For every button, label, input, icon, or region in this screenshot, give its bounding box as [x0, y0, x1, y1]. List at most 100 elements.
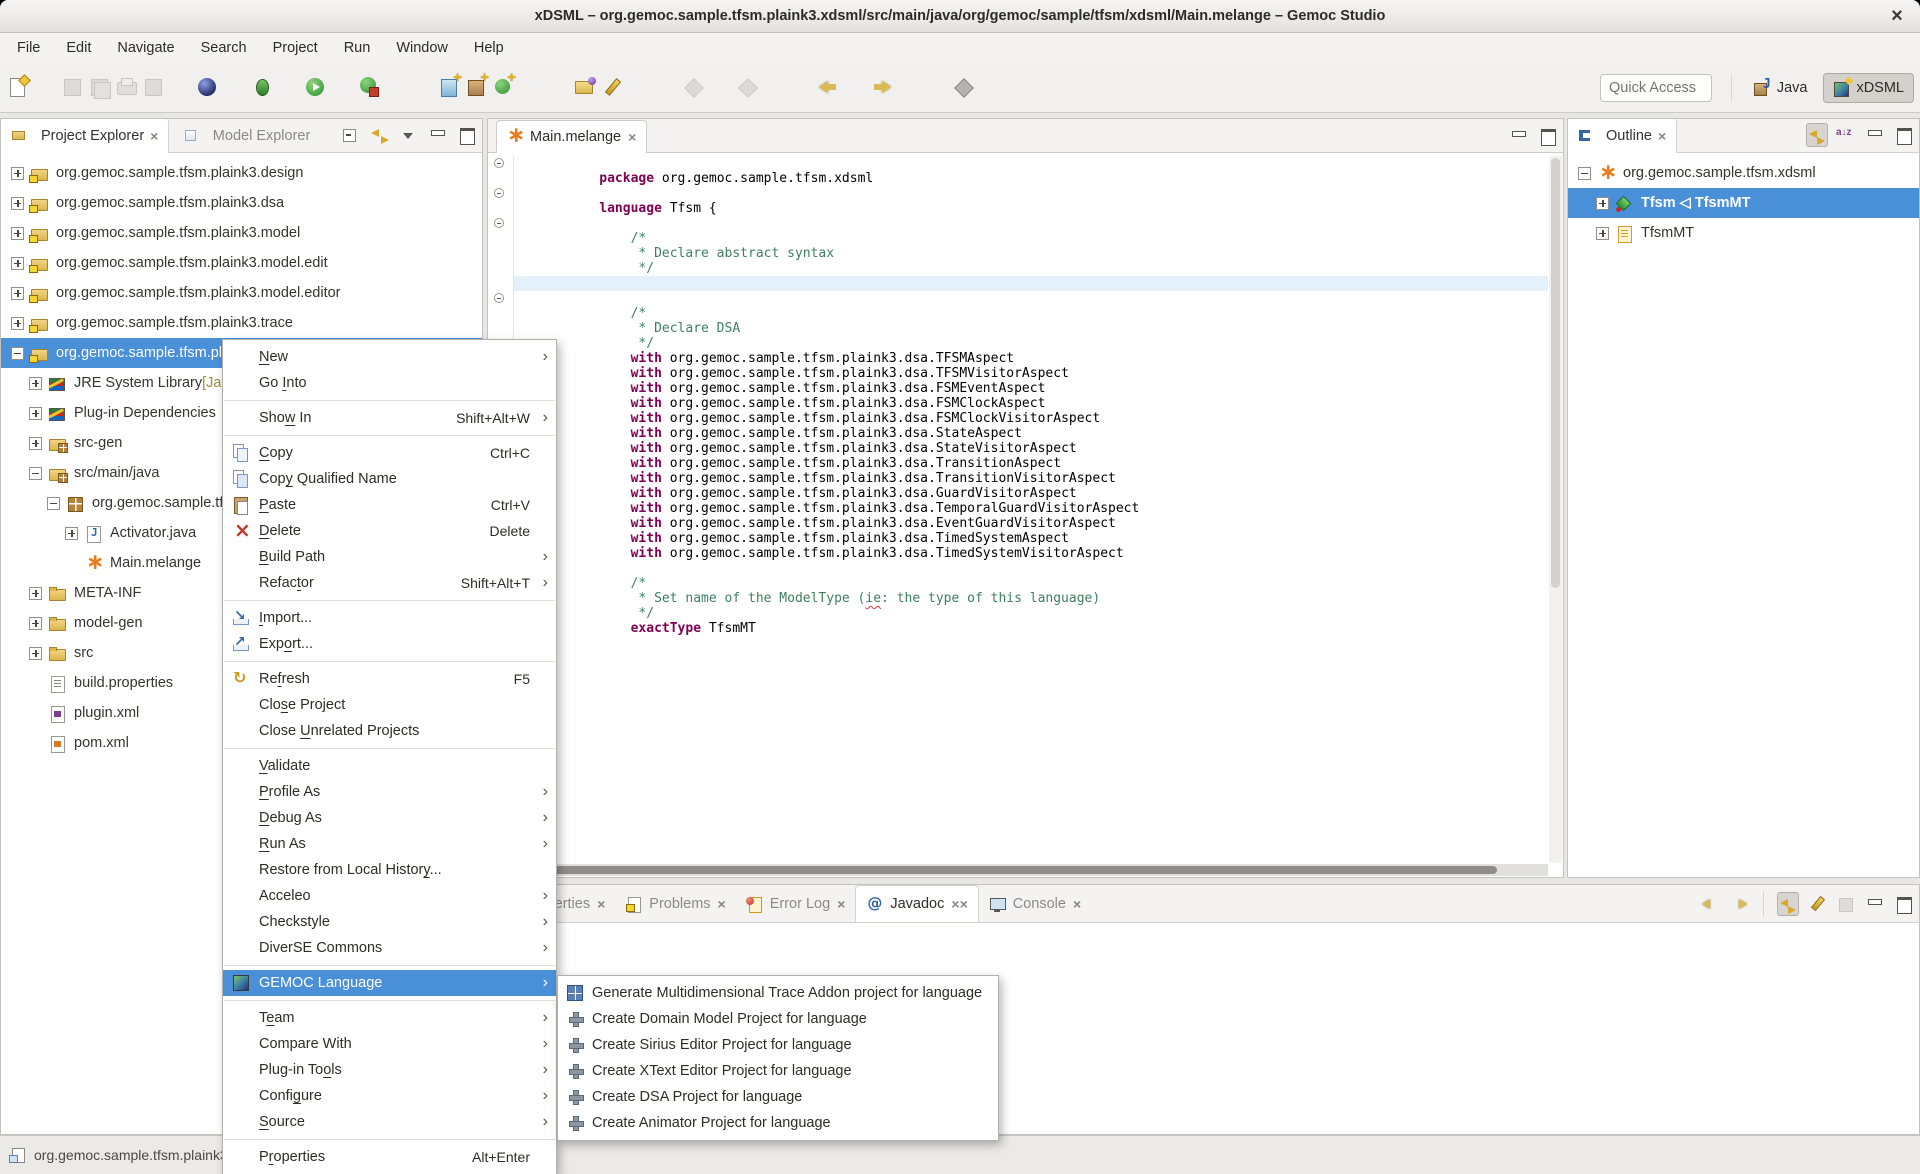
context-menu-item[interactable]: Copy Qualified Name: [223, 466, 556, 492]
tree-item[interactable]: org.gemoc.sample.tfsm.plaink3.model.edit…: [1, 278, 482, 308]
code-line[interactable]: with org.gemoc.sample.tfsm.plaink3.dsa.T…: [514, 441, 1548, 456]
code-line[interactable]: with org.gemoc.sample.tfsm.plaink3.dsa.T…: [514, 531, 1548, 546]
context-menu-item[interactable]: Source: [223, 1109, 556, 1135]
tree-item[interactable]: org.gemoc.sample.tfsm.plaink3.dsa: [1, 188, 482, 218]
context-menu-item[interactable]: Build Path: [223, 544, 556, 570]
code-line[interactable]: /*: [514, 291, 1548, 306]
maximize-icon[interactable]: [1537, 124, 1559, 148]
tree-expander-icon[interactable]: [11, 167, 24, 180]
annotation-dropdown-icon[interactable]: [627, 75, 651, 99]
close-icon[interactable]: [628, 129, 636, 145]
context-menu-item[interactable]: New: [223, 344, 556, 370]
acceleo-button[interactable]: [195, 75, 219, 99]
context-menu-item[interactable]: Acceleo: [223, 883, 556, 909]
tree-expander-icon[interactable]: [11, 257, 24, 270]
context-menu-item[interactable]: [223, 1135, 556, 1144]
menubar-item[interactable]: Navigate: [104, 33, 187, 63]
context-menu-item[interactable]: Import...: [223, 605, 556, 631]
minimize-icon[interactable]: [427, 123, 449, 147]
context-menu-item[interactable]: GEMOC Language: [223, 970, 556, 996]
context-menu-item[interactable]: Restore from Local History...: [223, 857, 556, 883]
code-line[interactable]: syntax "platform:/resource/org.gemoc.sam…: [514, 261, 1548, 276]
code-line[interactable]: with org.gemoc.sample.tfsm.plaink3.dsa.E…: [514, 501, 1548, 516]
context-menu-item[interactable]: [223, 961, 556, 970]
code-line[interactable]: * Declare DSA: [514, 306, 1548, 321]
maximize-icon[interactable]: [1893, 123, 1915, 147]
outline-item[interactable]: Tfsm ◁ TfsmMT: [1568, 188, 1919, 218]
outline-item[interactable]: TfsmMT: [1568, 218, 1919, 248]
context-menu-item[interactable]: [223, 396, 556, 405]
new-plugin-project-button[interactable]: [465, 75, 489, 99]
back-icon[interactable]: [1699, 892, 1721, 916]
fold-collapse-icon[interactable]: [494, 188, 504, 198]
bottom-view-tab[interactable]: Error Log: [736, 885, 856, 922]
context-menu-item[interactable]: [223, 431, 556, 440]
tree-expander-icon[interactable]: [29, 617, 42, 630]
tree-expander-icon[interactable]: [11, 287, 24, 300]
view-layout-icon[interactable]: [1835, 892, 1857, 916]
context-menu-item[interactable]: Refresh F5: [223, 666, 556, 692]
save-all-button[interactable]: [87, 75, 111, 99]
context-menu-item[interactable]: Properties Alt+Enter: [223, 1144, 556, 1170]
context-menu-item[interactable]: [223, 596, 556, 605]
code-line[interactable]: [514, 546, 1548, 561]
maximize-icon[interactable]: [1893, 892, 1915, 916]
next-annotation-button[interactable]: [681, 75, 705, 99]
context-menu-item[interactable]: Export...: [223, 631, 556, 657]
context-menu-item[interactable]: Checkstyle: [223, 909, 556, 935]
fold-collapse-icon[interactable]: [494, 158, 504, 168]
code-line[interactable]: with org.gemoc.sample.tfsm.plaink3.dsa.T…: [514, 486, 1548, 501]
forward-icon[interactable]: [1728, 892, 1750, 916]
menubar-item[interactable]: File: [4, 33, 53, 63]
perspective-button[interactable]: Java: [1744, 73, 1818, 103]
tree-expander-icon[interactable]: [29, 437, 42, 450]
code-line[interactable]: with org.gemoc.sample.tfsm.plaink3.dsa.G…: [514, 471, 1548, 486]
collapse-all-icon[interactable]: [340, 123, 362, 147]
submenu-item[interactable]: Create Domain Model Project for language: [558, 1006, 998, 1032]
context-menu-item[interactable]: Profile As: [223, 779, 556, 805]
code-line[interactable]: with org.gemoc.sample.tfsm.plaink3.dsa.T…: [514, 516, 1548, 531]
fold-collapse-icon[interactable]: [494, 293, 504, 303]
code-line[interactable]: /*: [514, 216, 1548, 231]
tree-expander-icon[interactable]: [11, 197, 24, 210]
close-icon[interactable]: [597, 896, 605, 912]
run-dropdown-icon[interactable]: [330, 75, 354, 99]
run-button[interactable]: [303, 75, 327, 99]
run-last-tool-button[interactable]: [357, 75, 381, 99]
close-icon[interactable]: [150, 128, 158, 144]
maximize-icon[interactable]: [456, 123, 478, 147]
open-element-button[interactable]: [573, 75, 597, 99]
code-line[interactable]: with org.gemoc.sample.tfsm.plaink3.dsa.T…: [514, 351, 1548, 366]
link-with-editor-icon[interactable]: [1806, 123, 1828, 147]
perspective-button[interactable]: xDSML: [1823, 73, 1914, 103]
tree-expander-icon[interactable]: [11, 347, 24, 360]
code-line[interactable]: with org.gemoc.sample.tfsm.plaink3.dsa.T…: [514, 336, 1548, 351]
open-perspective-icon[interactable]: [1693, 76, 1719, 100]
submenu-item[interactable]: Create Sirius Editor Project for languag…: [558, 1032, 998, 1058]
code-line[interactable]: [514, 276, 1548, 291]
context-menu-item[interactable]: Run As: [223, 831, 556, 857]
new-wizard-button[interactable]: [6, 75, 30, 99]
context-menu-item[interactable]: Plug-in Tools: [223, 1057, 556, 1083]
code-line[interactable]: */: [514, 591, 1548, 606]
submenu-item[interactable]: Generate Multidimensional Trace Addon pr…: [558, 980, 998, 1006]
close-icon[interactable]: [1073, 896, 1081, 912]
code-line[interactable]: with org.gemoc.sample.tfsm.plaink3.dsa.F…: [514, 396, 1548, 411]
menubar-item[interactable]: Project: [260, 33, 331, 63]
tree-expander-icon[interactable]: [29, 377, 42, 390]
minimize-icon[interactable]: [1508, 124, 1530, 148]
save-button[interactable]: [60, 75, 84, 99]
tree-expander-icon[interactable]: [11, 317, 24, 330]
debug-dropdown-icon[interactable]: [276, 75, 300, 99]
context-menu-item[interactable]: [223, 744, 556, 753]
menubar-item[interactable]: Help: [461, 33, 517, 63]
code-line[interactable]: with org.gemoc.sample.tfsm.plaink3.dsa.F…: [514, 366, 1548, 381]
editor-horizontal-scrollbar[interactable]: [489, 864, 1548, 876]
context-menu-item[interactable]: Close Unrelated Projects: [223, 718, 556, 744]
code-line[interactable]: /*: [514, 561, 1548, 576]
code-line[interactable]: with org.gemoc.sample.tfsm.plaink3.dsa.T…: [514, 456, 1548, 471]
submenu-item[interactable]: Create XText Editor Project for language: [558, 1058, 998, 1084]
run-last-dropdown-icon[interactable]: [384, 75, 408, 99]
menubar-item[interactable]: Search: [188, 33, 260, 63]
submenu-item[interactable]: Create Animator Project for language: [558, 1110, 998, 1136]
